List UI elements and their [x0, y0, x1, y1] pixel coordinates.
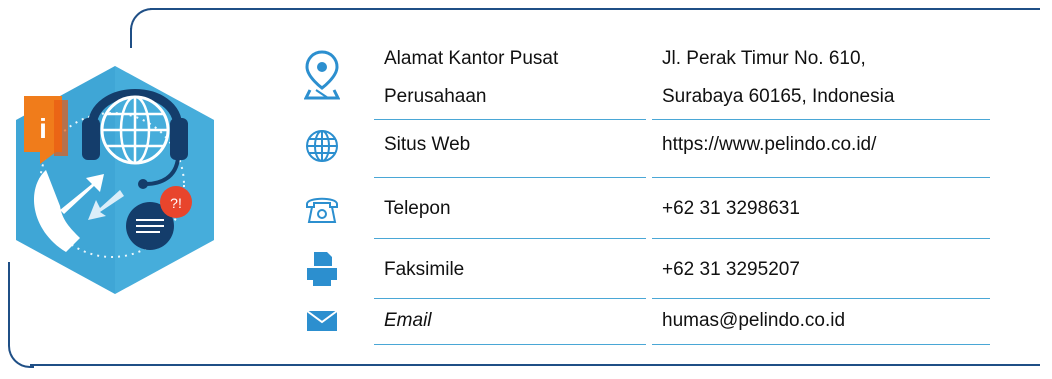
- address-value-line1: Jl. Perak Timur No. 610,: [662, 48, 866, 69]
- frame-bottom-border: [30, 364, 1040, 366]
- fax-icon: [300, 249, 344, 289]
- globe-illustration-icon: [100, 95, 170, 165]
- location-pin-icon: [300, 44, 344, 106]
- website-value[interactable]: https://www.pelindo.co.id/: [662, 126, 876, 164]
- address-label-line1: Alamat Kantor Pusat: [384, 48, 559, 69]
- email-label: Email: [384, 310, 432, 331]
- frame-top-border: [150, 8, 1040, 10]
- divider: [652, 119, 990, 120]
- fax-value: +62 31 3295207: [662, 259, 800, 280]
- divider: [652, 298, 990, 299]
- telephone-label: Telepon: [384, 198, 451, 219]
- customer-service-illustration: i ?!: [16, 66, 214, 294]
- website-label: Situs Web: [384, 134, 471, 155]
- divider: [652, 177, 990, 178]
- divider: [374, 177, 646, 178]
- frame-corner-top-left: [130, 8, 154, 32]
- telephone-value: +62 31 3298631: [662, 198, 800, 219]
- divider: [374, 298, 646, 299]
- email-value[interactable]: humas@pelindo.co.id: [662, 302, 845, 340]
- globe-icon: [300, 126, 344, 166]
- email-icon: [300, 304, 344, 338]
- divider: [652, 238, 990, 239]
- address-value-line2: Surabaya 60165, Indonesia: [662, 86, 895, 107]
- address-label-line2: Perusahaan: [384, 86, 487, 107]
- divider: [652, 344, 990, 345]
- svg-text:i: i: [39, 113, 47, 144]
- divider: [374, 344, 646, 345]
- telephone-icon: [300, 190, 344, 228]
- frame-top-stub: [130, 28, 132, 48]
- divider: [374, 119, 646, 120]
- divider: [374, 238, 646, 239]
- svg-text:?!: ?!: [170, 195, 182, 211]
- fax-label: Faksimile: [384, 259, 465, 280]
